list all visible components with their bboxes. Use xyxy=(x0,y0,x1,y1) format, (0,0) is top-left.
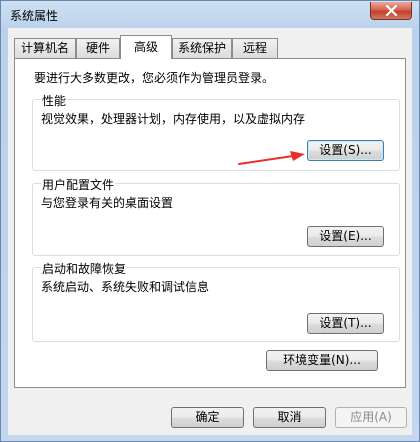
user-profiles-description: 与您登录有关的桌面设置 xyxy=(41,196,174,210)
performance-description: 视觉效果，处理器计划，内存使用，以及虚拟内存 xyxy=(41,112,306,126)
environment-variables-button[interactable]: 环境变量(N)... xyxy=(266,350,378,371)
performance-title: 性能 xyxy=(41,92,68,109)
performance-settings-button[interactable]: 设置(S)... xyxy=(307,140,384,161)
user-profiles-settings-button[interactable]: 设置(E)... xyxy=(307,226,384,247)
apply-button: 应用(A) xyxy=(335,407,407,428)
user-profiles-group: 用户配置文件 与您登录有关的桌面设置 设置(E)... xyxy=(32,176,400,256)
performance-group: 性能 视觉效果，处理器计划，内存使用，以及虚拟内存 设置(S)... xyxy=(32,92,400,171)
startup-recovery-settings-button[interactable]: 设置(T)... xyxy=(307,313,384,334)
close-button[interactable] xyxy=(370,2,412,20)
dialog-client-area: 计算机名 硬件 高级 系统保护 远程 要进行大多数更改，您必须作为管理员登录。 … xyxy=(8,28,412,435)
title-bar[interactable]: 系统属性 xyxy=(1,1,419,27)
tab-system-protection[interactable]: 系统保护 xyxy=(172,38,232,58)
advanced-tab-panel: 要进行大多数更改，您必须作为管理员登录。 性能 视觉效果，处理器计划，内存使用，… xyxy=(14,58,406,388)
startup-recovery-title: 启动和故障恢复 xyxy=(41,260,128,277)
startup-recovery-description: 系统启动、系统失败和调试信息 xyxy=(41,280,210,294)
system-properties-window: 系统属性 计算机名 硬件 高级 系统保护 远程 要进行大多数更改，您必须作为管理… xyxy=(0,0,420,442)
tab-hardware[interactable]: 硬件 xyxy=(76,38,120,58)
close-icon xyxy=(385,5,398,16)
tab-remote[interactable]: 远程 xyxy=(232,38,278,58)
cancel-button[interactable]: 取消 xyxy=(253,407,326,428)
admin-note: 要进行大多数更改，您必须作为管理员登录。 xyxy=(34,71,275,85)
tab-computer-name[interactable]: 计算机名 xyxy=(14,38,76,58)
user-profiles-title: 用户配置文件 xyxy=(41,176,116,193)
annotation-arrow-icon xyxy=(238,151,305,165)
tab-advanced[interactable]: 高级 xyxy=(120,35,172,59)
startup-recovery-group: 启动和故障恢复 系统启动、系统失败和调试信息 设置(T)... xyxy=(32,260,400,342)
ok-button[interactable]: 确定 xyxy=(171,407,244,428)
window-title: 系统属性 xyxy=(10,9,59,23)
